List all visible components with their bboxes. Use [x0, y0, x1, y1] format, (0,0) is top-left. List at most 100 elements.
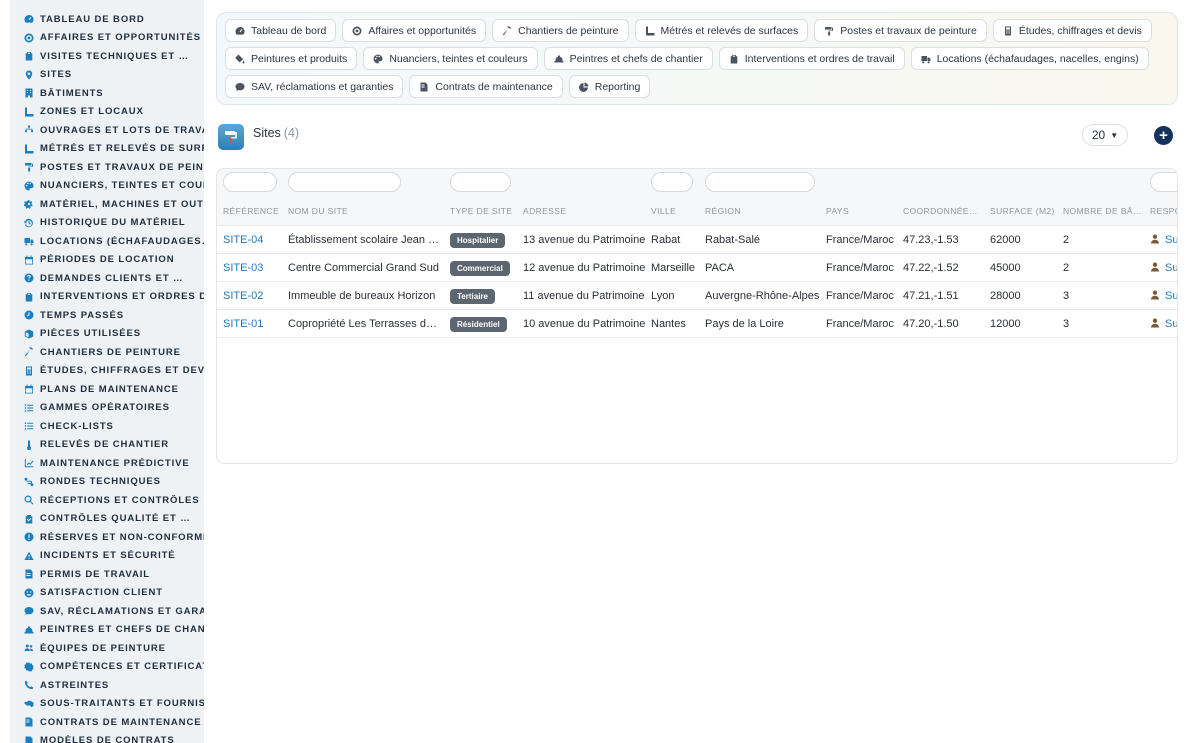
file-contract-icon — [419, 82, 435, 92]
quick-nav-button[interactable]: Peintres et chefs de chantier — [543, 47, 713, 70]
sidebar-item[interactable]: Locations (échafaudages…) — [10, 232, 204, 251]
sidebar-item[interactable]: Incidents et sécurité — [10, 547, 204, 566]
sidebar-item-label: Interventions et ordres de travail — [40, 291, 204, 303]
quick-nav-button[interactable]: Métrés et relevés de surfaces — [634, 19, 809, 42]
col-header-reference[interactable]: Référence — [223, 196, 283, 226]
sidebar-item[interactable]: Visites techniques et … — [10, 47, 204, 66]
sidebar-item[interactable]: Sous-traitants et fournisseurs — [10, 695, 204, 714]
sidebar-item[interactable]: Compétences et certifications — [10, 658, 204, 677]
sidebar-item[interactable]: Satisfaction client — [10, 584, 204, 603]
sidebar-item[interactable]: Bâtiments — [10, 84, 204, 103]
table-row[interactable]: SITE-01 Copropriété Les Terrasses du… Rési… — [217, 310, 1177, 338]
sidebar-item[interactable]: Sites — [10, 66, 204, 85]
sidebar-item[interactable]: Maintenance prédictive — [10, 454, 204, 473]
quick-nav-button[interactable]: Postes et travaux de peinture — [814, 19, 987, 42]
sidebar-item[interactable]: Ouvrages et lots de travaux — [10, 121, 204, 140]
col-header-ville[interactable]: Ville — [651, 196, 703, 226]
sidebar-item[interactable]: SAV, réclamations et garanties — [10, 602, 204, 621]
sidebar-item[interactable]: Temps passés — [10, 306, 204, 325]
filter-responsable-input[interactable] — [1150, 172, 1177, 192]
quick-nav-label: Locations (échafaudages, nacelles, engin… — [936, 52, 1139, 65]
quick-nav-label: Études, chiffrages et devis — [1018, 24, 1142, 37]
quick-nav-label: Chantiers de peinture — [518, 24, 619, 37]
cell-responsable[interactable]: Su — [1150, 282, 1177, 310]
col-header-coordonnees[interactable]: Coordonnée… — [903, 196, 985, 226]
sidebar-item[interactable]: Check-lists — [10, 417, 204, 436]
col-header-adresse[interactable]: Adresse — [523, 196, 647, 226]
col-header-region[interactable]: Région — [705, 196, 823, 226]
quick-nav-button[interactable]: Études, chiffrages et devis — [992, 19, 1152, 42]
sidebar-item[interactable]: Permis de travail — [10, 565, 204, 584]
sidebar-item[interactable]: Modèles de contrats — [10, 732, 204, 743]
col-header-responsable[interactable]: Respo — [1150, 196, 1177, 226]
cell-reference-link[interactable]: SITE-02 — [223, 282, 283, 310]
sidebar-item[interactable]: Zones et locaux — [10, 103, 204, 122]
page-size-value: 20 — [1091, 128, 1106, 142]
table-row[interactable]: SITE-04 Établissement scolaire Jean J… Hos… — [217, 226, 1177, 254]
table-row[interactable]: SITE-02 Immeuble de bureaux Horizon Tertia… — [217, 282, 1177, 310]
cell-responsable[interactable]: Su — [1150, 310, 1177, 338]
responsable-link[interactable]: Su — [1150, 234, 1177, 246]
filter-region-input[interactable] — [705, 172, 815, 192]
col-header-nom[interactable]: Nom du site — [288, 196, 440, 226]
sidebar-item-label: Sites — [40, 69, 72, 81]
responsable-link[interactable]: Su — [1150, 290, 1177, 302]
col-header-surface[interactable]: Surface (m2) — [990, 196, 1058, 226]
cell-reference-link[interactable]: SITE-04 — [223, 226, 283, 254]
sidebar-item[interactable]: Interventions et ordres de travail — [10, 288, 204, 307]
quick-nav-button[interactable]: Interventions et ordres de travail — [718, 47, 905, 70]
sidebar-item[interactable]: Réserves et non-conformités — [10, 528, 204, 547]
quick-nav-button[interactable]: Nuanciers, teintes et couleurs — [363, 47, 538, 70]
table-row[interactable]: SITE-03 Centre Commercial Grand Sud Commer… — [217, 254, 1177, 282]
sidebar-item[interactable]: Peintres et chefs de chantier — [10, 621, 204, 640]
sidebar-item[interactable]: Chantiers de peinture — [10, 343, 204, 362]
page-size-select[interactable]: 20 ▼ — [1082, 124, 1128, 146]
sidebar-item[interactable]: Métrés et relevés de surfaces — [10, 140, 204, 159]
sidebar-item[interactable]: Matériel, machines et outillage — [10, 195, 204, 214]
sidebar-item[interactable]: Rondes techniques — [10, 473, 204, 492]
sidebar-item[interactable]: Affaires et opportunités — [10, 29, 204, 48]
sidebar-item[interactable]: Postes et travaux de peinture — [10, 158, 204, 177]
responsable-link[interactable]: Su — [1150, 318, 1177, 330]
quick-nav-button[interactable]: Tableau de bord — [225, 19, 337, 42]
sidebar-item[interactable]: Astreintes — [10, 676, 204, 695]
quick-nav-label: Interventions et ordres de travail — [744, 52, 895, 65]
sidebar-item[interactable]: Pièces utilisées — [10, 325, 204, 344]
table-header: Référence Nom du site Type de site Adres… — [217, 196, 1177, 226]
cell-reference-link[interactable]: SITE-03 — [223, 254, 283, 282]
cell-responsable[interactable]: Su — [1150, 254, 1177, 282]
sidebar-item[interactable]: Réceptions et contrôles — [10, 491, 204, 510]
cell-responsable[interactable]: Su — [1150, 226, 1177, 254]
sidebar-item[interactable]: Périodes de location — [10, 251, 204, 270]
quick-nav-button[interactable]: Chantiers de peinture — [492, 19, 629, 42]
sidebar-item[interactable]: Nuanciers, teintes et couleurs — [10, 177, 204, 196]
sidebar-item[interactable]: Études, chiffrages et devis — [10, 362, 204, 381]
sidebar-item[interactable]: Plans de maintenance — [10, 380, 204, 399]
add-record-button[interactable]: + — [1154, 126, 1173, 145]
sidebar-item[interactable]: Contrats de maintenance — [10, 713, 204, 732]
cell-surface: 12000 — [990, 318, 1021, 330]
quick-nav-button[interactable]: Affaires et opportunités — [342, 19, 487, 42]
sidebar-item[interactable]: Historique du matériel — [10, 214, 204, 233]
col-header-type[interactable]: Type de site — [450, 196, 516, 226]
sidebar-item-label: Visites techniques et … — [40, 50, 189, 62]
quick-nav-button[interactable]: Peintures et produits — [225, 47, 358, 70]
filter-type-input[interactable] — [450, 172, 511, 192]
sidebar-item[interactable]: Contrôles qualité et … — [10, 510, 204, 529]
col-header-pays[interactable]: Pays — [826, 196, 898, 226]
sidebar-item[interactable]: Gammes opératoires — [10, 399, 204, 418]
quick-nav-button[interactable]: Locations (échafaudages, nacelles, engin… — [910, 47, 1149, 70]
quick-nav-button[interactable]: Contrats de maintenance — [409, 75, 563, 98]
quick-nav-button[interactable]: SAV, réclamations et garanties — [225, 75, 404, 98]
filter-reference-input[interactable] — [223, 172, 277, 192]
responsable-link[interactable]: Su — [1150, 262, 1177, 274]
sidebar-item[interactable]: Demandes clients et … — [10, 269, 204, 288]
col-header-nombre-batiments[interactable]: Nombre de bâ… — [1063, 196, 1143, 226]
filter-ville-input[interactable] — [651, 172, 693, 192]
sidebar-item[interactable]: Relevés de chantier — [10, 436, 204, 455]
cell-reference-link[interactable]: SITE-01 — [223, 310, 283, 338]
sidebar-item[interactable]: Équipes de peinture — [10, 639, 204, 658]
quick-nav-button[interactable]: Reporting — [568, 75, 651, 98]
sidebar-item[interactable]: Tableau de bord — [10, 10, 204, 29]
filter-nom-input[interactable] — [288, 172, 401, 192]
